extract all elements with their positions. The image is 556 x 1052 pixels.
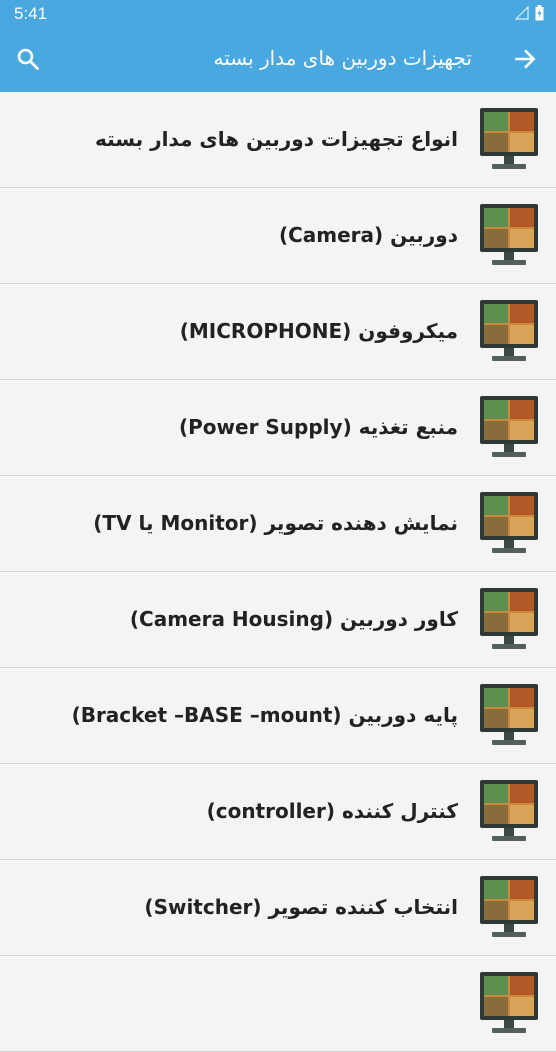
list-item[interactable]: پایه دوربین (Bracket –BASE –mount) bbox=[0, 668, 556, 764]
list-item-label: انواع تجهیزات دوربین های مدار بسته bbox=[95, 127, 458, 151]
list-item[interactable]: دوربین (Camera) bbox=[0, 188, 556, 284]
cctv-monitor-thumbnail bbox=[480, 492, 538, 553]
search-icon[interactable] bbox=[16, 47, 40, 71]
list-item-label: دوربین (Camera) bbox=[278, 223, 458, 247]
list-item[interactable]: کاور دوربین (Camera Housing) bbox=[0, 572, 556, 668]
list-item[interactable]: میکروفون (MICROPHONE) bbox=[0, 284, 556, 380]
list-item-label: کاور دوربین (Camera Housing) bbox=[129, 607, 458, 631]
list-item[interactable]: نمایش دهنده تصویر (Monitor یا TV) bbox=[0, 476, 556, 572]
signal-icon bbox=[515, 6, 529, 20]
cctv-monitor-thumbnail bbox=[480, 780, 538, 841]
list-item[interactable] bbox=[0, 956, 556, 1052]
status-bar: 5:41 bbox=[0, 0, 556, 28]
status-icons bbox=[515, 5, 544, 21]
battery-icon bbox=[535, 5, 544, 21]
cctv-monitor-thumbnail bbox=[480, 204, 538, 265]
list-item[interactable]: انواع تجهیزات دوربین های مدار بسته bbox=[0, 92, 556, 188]
list-item-label: پایه دوربین (Bracket –BASE –mount) bbox=[71, 703, 458, 727]
list-item[interactable]: کنترل کننده (controller) bbox=[0, 764, 556, 860]
list-item[interactable]: منبع تغذیه (Power Supply) bbox=[0, 380, 556, 476]
list-item-label: انتخاب کننده تصویر (Switcher) bbox=[144, 895, 458, 919]
cctv-monitor-thumbnail bbox=[480, 300, 538, 361]
list-item-label: میکروفون (MICROPHONE) bbox=[179, 319, 458, 343]
cctv-monitor-thumbnail bbox=[480, 972, 538, 1033]
cctv-monitor-thumbnail bbox=[480, 684, 538, 745]
app-bar: تجهیزات دوربین های مدار بسته bbox=[0, 28, 556, 92]
page-title: تجهیزات دوربین های مدار بسته bbox=[213, 46, 472, 70]
list-item-label: کنترل کننده (controller) bbox=[206, 799, 458, 823]
cctv-monitor-thumbnail bbox=[480, 876, 538, 937]
status-time: 5:41 bbox=[14, 4, 48, 23]
cctv-monitor-thumbnail bbox=[480, 396, 538, 457]
list-item[interactable]: انتخاب کننده تصویر (Switcher) bbox=[0, 860, 556, 956]
arrow-right-icon[interactable] bbox=[512, 46, 538, 72]
list-item-label: نمایش دهنده تصویر (Monitor یا TV) bbox=[93, 511, 458, 535]
cctv-monitor-thumbnail bbox=[480, 108, 538, 169]
category-list: انواع تجهیزات دوربین های مدار بسته دوربی… bbox=[0, 92, 556, 1052]
cctv-monitor-thumbnail bbox=[480, 588, 538, 649]
list-item-label: منبع تغذیه (Power Supply) bbox=[178, 415, 458, 439]
